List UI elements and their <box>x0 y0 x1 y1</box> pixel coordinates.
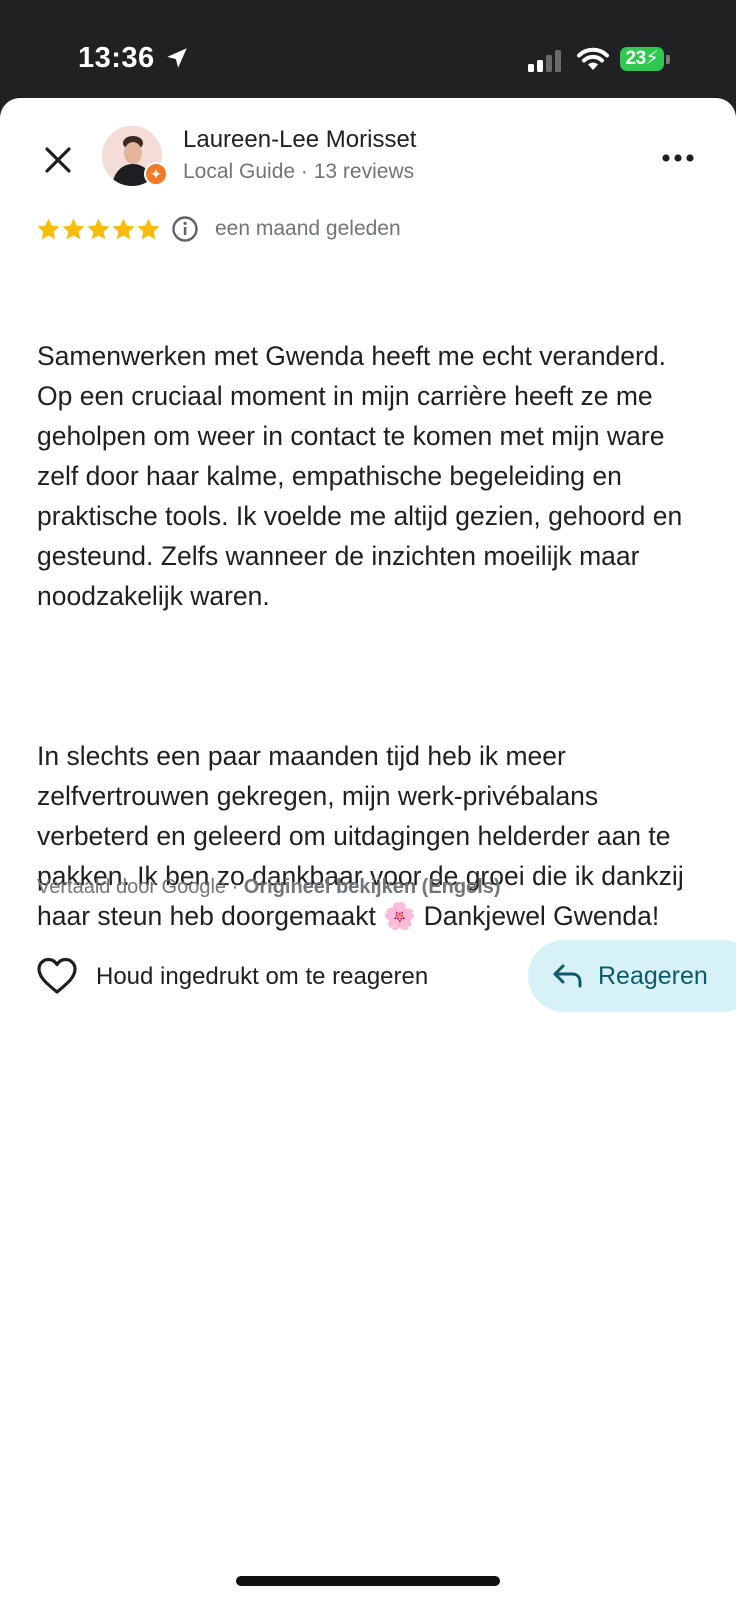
star-rating <box>36 217 161 242</box>
view-original-link[interactable]: Origineel bekijken (Engels) <box>244 876 501 898</box>
reviewer-meta: Local Guide · 13 reviews <box>183 160 415 183</box>
review-paragraph: Samenwerken met Gwenda heeft me echt ver… <box>37 341 690 611</box>
review-paragraph: In slechts een paar maanden tijd heb ik … <box>37 741 692 931</box>
review-sheet: ✦ Laureen-Lee Morisset Local Guide · 13 … <box>0 98 736 1600</box>
translated-by-label: Vertaald door Google · <box>37 876 244 898</box>
status-time: 13:36 <box>78 42 155 74</box>
rating-row: een maand geleden <box>36 212 401 246</box>
battery-cap <box>666 55 670 64</box>
battery-level: 23⚡ <box>620 47 664 71</box>
home-indicator[interactable] <box>236 1576 500 1586</box>
wifi-icon <box>577 47 609 70</box>
local-guide-badge-icon: ✦ <box>144 162 168 186</box>
star-icon <box>62 218 85 239</box>
hold-to-react-label: Houd ingedrukt om te reageren <box>96 963 429 990</box>
info-icon[interactable] <box>171 215 199 243</box>
review-date: een maand geleden <box>215 217 401 240</box>
review-text: Samenwerken met Gwenda heeft me echt ver… <box>37 256 707 1016</box>
heart-icon[interactable] <box>36 956 78 996</box>
star-icon <box>112 218 135 239</box>
star-icon <box>37 218 60 239</box>
action-row: Houd ingedrukt om te reageren Reageren <box>0 940 736 1012</box>
reply-button[interactable]: Reageren <box>528 940 736 1012</box>
reviewer-name[interactable]: Laureen-Lee Morisset <box>183 126 416 154</box>
more-vert-icon <box>662 154 694 162</box>
battery-charging-icon: 23⚡ <box>620 47 670 73</box>
cellular-signal-icon <box>528 50 561 72</box>
translation-notice: Vertaald door Google · Origineel bekijke… <box>37 876 501 899</box>
reply-label: Reageren <box>598 961 708 990</box>
close-icon <box>45 147 71 173</box>
star-icon <box>137 218 160 239</box>
reply-arrow-icon <box>553 964 582 988</box>
location-arrow-icon <box>167 48 187 68</box>
close-button[interactable] <box>36 138 80 182</box>
star-icon <box>87 218 110 239</box>
more-options-button[interactable] <box>656 136 700 180</box>
status-bar: 13:36 23⚡ <box>0 0 736 100</box>
